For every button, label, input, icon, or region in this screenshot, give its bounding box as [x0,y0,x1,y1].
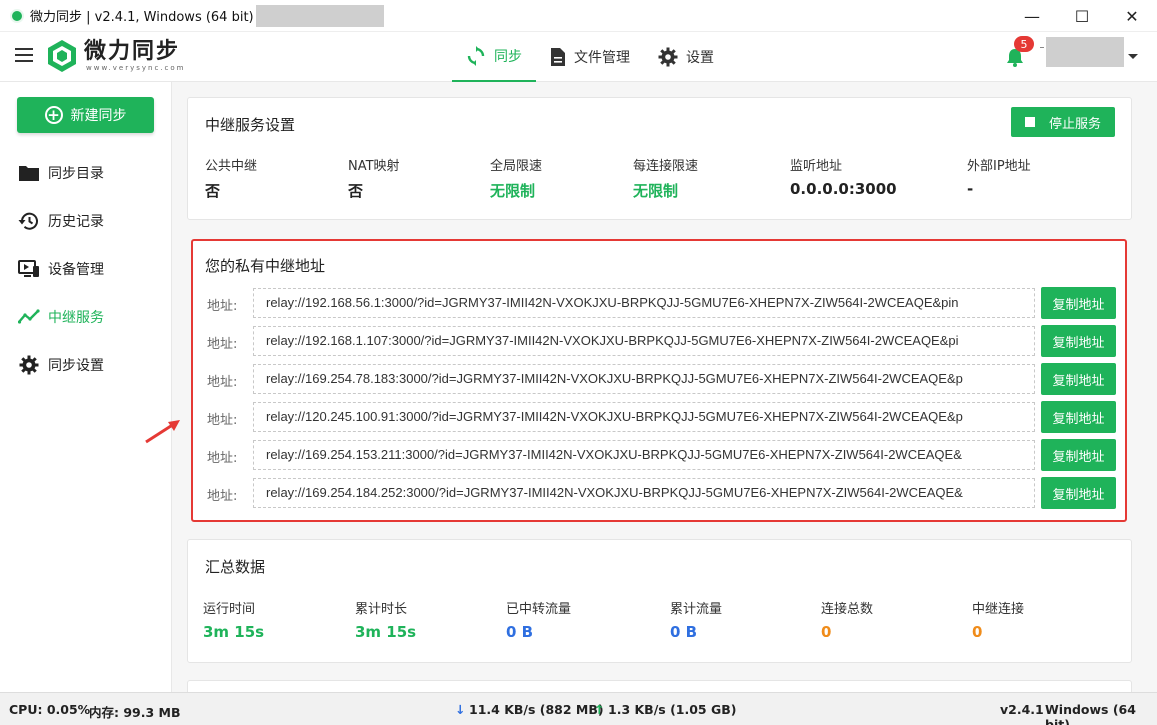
gear-icon [658,47,678,67]
card-title: 汇总数据 [205,558,266,576]
minimize-button[interactable]: — [1007,0,1057,32]
devices-icon [18,260,39,277]
tab-sync[interactable]: 同步 [452,32,536,82]
user-name-redacted[interactable] [1046,37,1124,67]
stat-external-ip: 外部IP地址 - [967,159,1031,198]
stat-public-relay: 公共中继 否 [205,159,258,200]
address-row: 地址: relay://169.254.184.252:3000/?id=JGR… [205,477,1123,509]
sync-icon [467,46,485,66]
up-arrow-icon: ↑ [594,702,605,717]
app-icon [10,8,24,23]
cpu-usage: CPU: 0.05% [9,702,91,717]
sidebar: + 新建同步 同步目录 历史记录 设备管理 中继服务 同步设置 [0,82,172,692]
main-nav: 同步 文件管理 设置 [452,32,728,82]
stat-total-traffic: 累计流量 0 B [670,602,723,641]
stat-nat: NAT映射 否 [348,159,400,200]
memory-usage: 内存: 99.3 MB [89,705,181,720]
stat-total-duration: 累计时长 3m 15s [355,602,417,641]
next-card [187,680,1132,692]
maximize-button[interactable]: ☐ [1057,0,1107,32]
copy-address-button[interactable]: 复制地址 [1041,439,1116,471]
address-row: 地址: relay://192.168.1.107:3000/?id=JGRMY… [205,325,1123,357]
stat-global-limit: 全局限速 无限制 [490,159,543,200]
private-relay-card: 您的私有中继地址 地址: relay://192.168.56.1:3000/?… [191,239,1127,522]
address-field[interactable]: relay://192.168.56.1:3000/?id=JGRMY37-IM… [253,288,1035,318]
stat-relay-connections: 中继连接 0 [972,602,1025,641]
logo-text: 微力同步 [84,39,181,64]
stat-per-conn-limit: 每连接限速 无限制 [633,159,699,200]
main-content: 中继服务设置 停止服务 公共中继 否 NAT映射 否 全局限速 无限制 每连接限… [172,82,1157,692]
address-row: 地址: relay://169.254.153.211:3000/?id=JGR… [205,439,1123,471]
card-title: 中继服务设置 [205,116,296,134]
address-row: 地址: relay://169.254.78.183:3000/?id=JGRM… [205,363,1123,395]
address-field[interactable]: relay://169.254.184.252:3000/?id=JGRMY37… [253,478,1035,508]
logo-icon [48,40,76,72]
chevron-down-icon[interactable] [1128,54,1138,59]
stat-uptime: 运行时间 3m 15s [203,602,265,641]
card-title: 您的私有中继地址 [205,257,326,275]
copy-address-button[interactable]: 复制地址 [1041,287,1116,319]
close-button[interactable]: ✕ [1107,0,1157,32]
download-speed: 11.4 KB/s (882 MB) [469,702,604,717]
address-row: 地址: relay://192.168.56.1:3000/?id=JGRMY3… [205,287,1123,319]
trend-icon [18,309,40,324]
address-field[interactable]: relay://169.254.153.211:3000/?id=JGRMY37… [253,440,1035,470]
os-info: Windows (64 bit) [1045,702,1136,725]
stat-relayed-traffic: 已中转流量 0 B [506,602,572,641]
annotation-arrow-icon [145,420,180,444]
address-field[interactable]: relay://120.245.100.91:3000/?id=JGRMY37-… [253,402,1035,432]
copy-address-button[interactable]: 复制地址 [1041,401,1116,433]
window-title: 微力同步 | v2.4.1, Windows (64 bit) [30,10,254,25]
logo-url: www.verysync.com [86,64,186,72]
menu-icon[interactable] [15,48,33,64]
stop-service-button[interactable]: 停止服务 [1011,107,1115,137]
sidebar-item-devices[interactable]: 设备管理 [18,257,104,281]
tab-settings[interactable]: 设置 [644,32,728,82]
summary-card: 汇总数据 运行时间 3m 15s 累计时长 3m 15s 已中转流量 0 B 累… [187,539,1132,663]
address-field[interactable]: relay://192.168.1.107:3000/?id=JGRMY37-I… [253,326,1035,356]
copy-address-button[interactable]: 复制地址 [1041,363,1116,395]
redacted-area [255,4,384,27]
plus-icon: + [44,106,63,124]
stat-total-connections: 连接总数 0 [821,602,874,641]
relay-settings-card: 中继服务设置 停止服务 公共中继 否 NAT映射 否 全局限速 无限制 每连接限… [187,97,1132,220]
sidebar-item-history[interactable]: 历史记录 [18,209,104,233]
gear-icon [19,355,39,375]
stat-listen-address: 监听地址 0.0.0.0:3000 [790,159,897,198]
notification-badge: 5 [1014,36,1034,52]
app-header: 微力同步 www.verysync.com 同步 文件管理 设置 5 [0,32,1157,82]
tab-file-manager[interactable]: 文件管理 [536,32,644,82]
stop-icon [1024,117,1035,127]
logo: 微力同步 www.verysync.com [46,39,185,73]
address-field[interactable]: relay://169.254.78.183:3000/?id=JGRMY37-… [253,364,1035,394]
sidebar-item-sync-settings[interactable]: 同步设置 [18,353,104,377]
window-controls: — ☐ ✕ [1007,0,1157,32]
sidebar-item-sync-folders[interactable]: 同步目录 [18,161,104,185]
copy-address-button[interactable]: 复制地址 [1041,325,1116,357]
history-icon [18,212,38,230]
address-row: 地址: relay://120.245.100.91:3000/?id=JGRM… [205,401,1123,433]
down-arrow-icon: ↓ [455,702,466,717]
file-icon [551,48,565,66]
folder-icon [19,166,39,181]
upload-speed: 1.3 KB/s (1.05 GB) [608,702,737,717]
new-sync-button[interactable]: + 新建同步 [17,97,154,133]
status-bar: CPU: 0.05% 内存: 99.3 MB ↓ 11.4 KB/s (882 … [0,692,1157,725]
title-bar: 微力同步 | v2.4.1, Windows (64 bit) — ☐ ✕ [0,0,1157,32]
sidebar-item-relay[interactable]: 中继服务 [18,305,104,329]
app-version: v2.4.1 [1000,702,1044,717]
copy-address-button[interactable]: 复制地址 [1041,477,1116,509]
